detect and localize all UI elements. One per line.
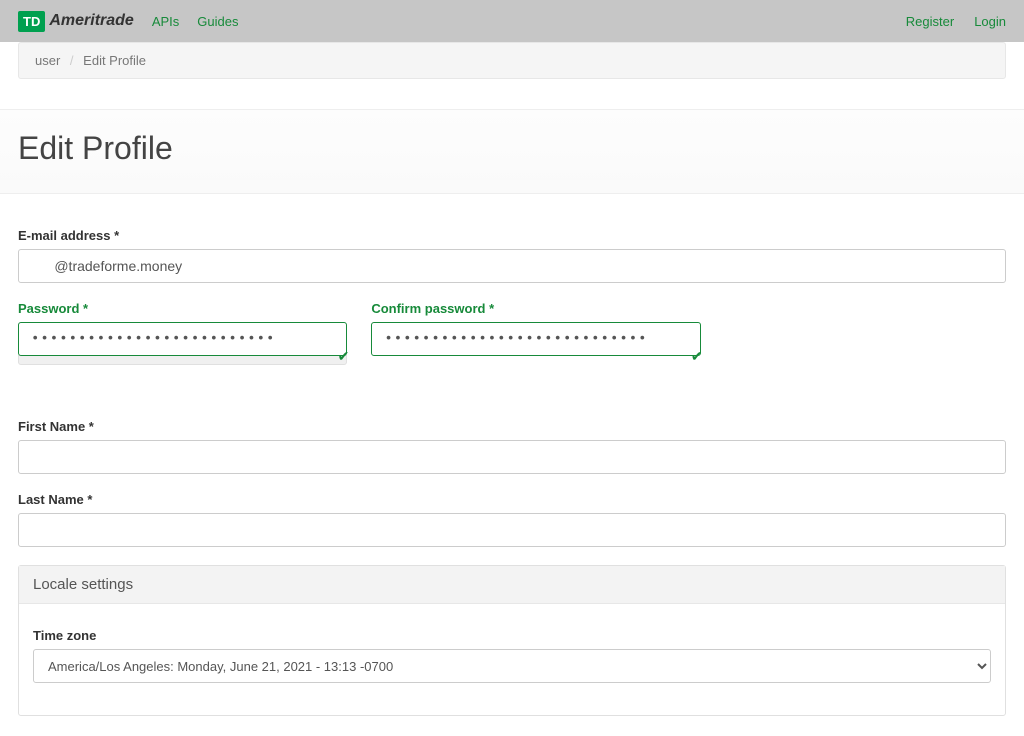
locale-panel: Locale settings Time zone America/Los An… xyxy=(18,565,1006,716)
timezone-select[interactable]: America/Los Angeles: Monday, June 21, 20… xyxy=(33,649,991,683)
nav-link-apis[interactable]: APIs xyxy=(152,14,179,29)
nav-right: Register Login xyxy=(906,14,1006,29)
password-label: Password * xyxy=(18,301,347,316)
timezone-group: Time zone America/Los Angeles: Monday, J… xyxy=(33,628,991,683)
timezone-label: Time zone xyxy=(33,628,991,643)
breadcrumb: user / Edit Profile xyxy=(18,42,1006,79)
top-nav: TD Ameritrade APIs Guides Register Login xyxy=(0,0,1024,42)
locale-panel-body: Time zone America/Los Angeles: Monday, J… xyxy=(19,604,1005,715)
nav-link-register[interactable]: Register xyxy=(906,14,954,29)
nav-link-guides[interactable]: Guides xyxy=(197,14,238,29)
form-area: E-mail address * Password * ✔ Confirm pa… xyxy=(0,194,1024,736)
page-title: Edit Profile xyxy=(18,130,1006,167)
last-name-label: Last Name * xyxy=(18,492,1006,507)
password-field[interactable] xyxy=(18,322,347,356)
first-name-label: First Name * xyxy=(18,419,1006,434)
email-group: E-mail address * xyxy=(18,228,1006,283)
last-name-group: Last Name * xyxy=(18,492,1006,547)
breadcrumb-separator-icon: / xyxy=(70,53,74,68)
password-row: Password * ✔ Confirm password * ✔ xyxy=(18,301,1006,365)
password-strength-bar xyxy=(18,355,347,365)
first-name-field[interactable] xyxy=(18,440,1006,474)
check-icon: ✔ xyxy=(691,348,703,365)
confirm-password-field[interactable] xyxy=(371,322,700,356)
password-col: Password * ✔ xyxy=(18,301,347,365)
first-name-group: First Name * xyxy=(18,419,1006,474)
nav-left: TD Ameritrade APIs Guides xyxy=(18,11,239,32)
email-field[interactable] xyxy=(18,249,1006,283)
breadcrumb-parent[interactable]: user xyxy=(35,53,60,68)
nav-link-login[interactable]: Login xyxy=(974,14,1006,29)
confirm-password-label: Confirm password * xyxy=(371,301,700,316)
title-section: Edit Profile xyxy=(0,109,1024,194)
locale-panel-header: Locale settings xyxy=(19,566,1005,604)
last-name-field[interactable] xyxy=(18,513,1006,547)
logo-text: Ameritrade xyxy=(49,12,133,30)
email-label: E-mail address * xyxy=(18,228,1006,243)
breadcrumb-current: Edit Profile xyxy=(83,53,146,68)
confirm-password-col: Confirm password * ✔ xyxy=(371,301,700,365)
logo-badge-icon: TD xyxy=(18,11,45,32)
check-icon: ✔ xyxy=(338,348,350,365)
logo[interactable]: TD Ameritrade xyxy=(18,11,134,32)
